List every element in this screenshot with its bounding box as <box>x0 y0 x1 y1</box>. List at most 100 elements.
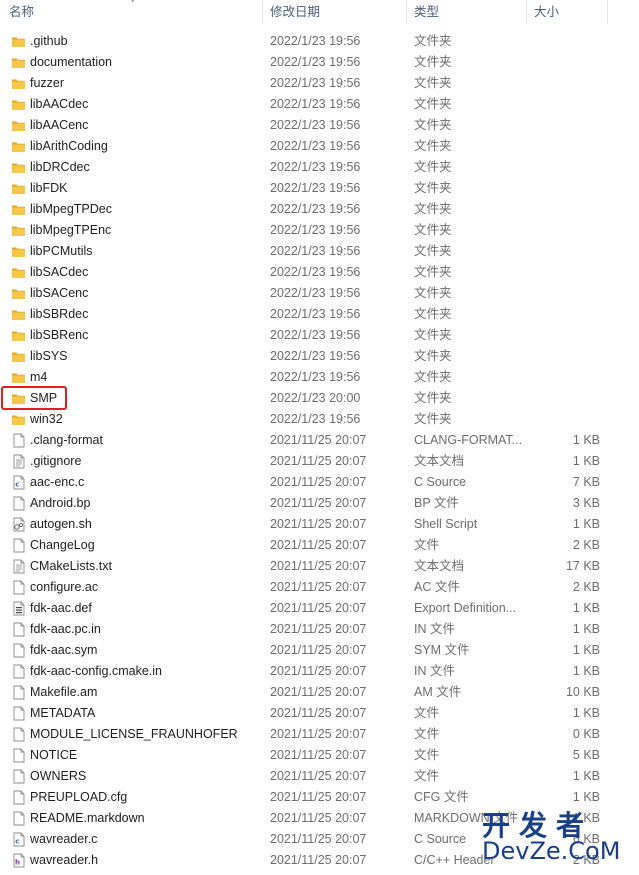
column-header-modified[interactable]: 修改日期 <box>270 4 320 22</box>
file-row[interactable]: fdk-aac.pc.in 2021/11/25 20:07 IN 文件 1 KB <box>0 619 639 640</box>
file-row[interactable]: Makefile.am 2021/11/25 20:07 AM 文件 10 KB <box>0 682 639 703</box>
file-modified-date: 2021/11/25 20:07 <box>270 748 367 762</box>
file-modified-date: 2022/1/23 19:56 <box>270 244 361 258</box>
file-row[interactable]: libSACdec 2022/1/23 19:56 文件夹 <box>0 262 639 283</box>
file-modified-date: 2022/1/23 19:56 <box>270 118 361 132</box>
file-row[interactable]: libMpegTPDec 2022/1/23 19:56 文件夹 <box>0 199 639 220</box>
file-name: .clang-format <box>30 433 103 447</box>
column-header-size[interactable]: 大小 <box>534 4 559 22</box>
file-type: 文件夹 <box>414 265 452 279</box>
file-icon <box>11 664 26 679</box>
file-row[interactable]: fuzzer 2022/1/23 19:56 文件夹 <box>0 73 639 94</box>
file-icon <box>11 769 26 784</box>
file-row[interactable]: SMP 2022/1/23 20:00 文件夹 <box>0 388 639 409</box>
file-list: .github 2022/1/23 19:56 文件夹 documentation 20… <box>0 31 639 871</box>
file-row[interactable]: fdk-aac.def 2021/11/25 20:07 Export Defini… <box>0 598 639 619</box>
file-name: Makefile.am <box>30 685 98 699</box>
file-name: libMpegTPDec <box>30 202 112 216</box>
folder-icon <box>11 307 26 322</box>
file-type: 文件夹 <box>414 370 452 384</box>
file-row[interactable]: libSYS 2022/1/23 19:56 文件夹 <box>0 346 639 367</box>
sort-caret-icon: ∨ <box>129 0 136 5</box>
file-type: 文件夹 <box>414 34 452 48</box>
column-divider[interactable] <box>406 0 407 24</box>
file-row[interactable]: configure.ac 2021/11/25 20:07 AC 文件 2 KB <box>0 577 639 598</box>
file-row[interactable]: libAACenc 2022/1/23 19:56 文件夹 <box>0 115 639 136</box>
file-row[interactable]: libDRCdec 2022/1/23 19:56 文件夹 <box>0 157 639 178</box>
file-name: aac-enc.c <box>30 475 85 489</box>
file-row[interactable]: README.markdown 2021/11/25 20:07 MARKDOWN … <box>0 808 639 829</box>
highlight-annotation-box <box>1 386 67 410</box>
file-size: 1 KB <box>572 643 600 657</box>
file-type: 文件夹 <box>414 286 452 300</box>
file-icon <box>11 748 26 763</box>
file-icon <box>11 685 26 700</box>
column-divider[interactable] <box>607 0 608 24</box>
file-row[interactable]: .github 2022/1/23 19:56 文件夹 <box>0 31 639 52</box>
file-size: 1 KB <box>572 769 600 783</box>
column-divider[interactable] <box>262 0 263 24</box>
file-row[interactable]: libFDK 2022/1/23 19:56 文件夹 <box>0 178 639 199</box>
folder-icon <box>11 349 26 364</box>
file-row[interactable]: documentation 2022/1/23 19:56 文件夹 <box>0 52 639 73</box>
file-row[interactable]: fdk-aac-config.cmake.in 2021/11/25 20:07 I… <box>0 661 639 682</box>
file-type: CLANG-FORMAT... <box>414 433 523 447</box>
file-modified-date: 2021/11/25 20:07 <box>270 580 367 594</box>
file-name: libAACdec <box>30 97 89 111</box>
file-icon <box>11 790 26 805</box>
file-name: libSYS <box>30 349 68 363</box>
file-modified-date: 2022/1/23 19:56 <box>270 97 361 111</box>
file-size: 1 KB <box>572 433 600 447</box>
file-row[interactable]: libMpegTPEnc 2022/1/23 19:56 文件夹 <box>0 220 639 241</box>
file-name: METADATA <box>30 706 96 720</box>
file-row[interactable]: METADATA 2021/11/25 20:07 文件 1 KB <box>0 703 639 724</box>
file-row[interactable]: c aac-enc.c 2021/11/25 20:07 C Source 7 KB <box>0 472 639 493</box>
file-modified-date: 2022/1/23 19:56 <box>270 202 361 216</box>
folder-icon <box>11 55 26 70</box>
file-size: 10 KB <box>565 685 600 699</box>
folder-icon <box>11 244 26 259</box>
column-header-type[interactable]: 类型 <box>414 4 439 22</box>
file-size: 1 KB <box>572 706 600 720</box>
file-row[interactable]: PREUPLOAD.cfg 2021/11/25 20:07 CFG 文件 1 KB <box>0 787 639 808</box>
file-icon <box>11 706 26 721</box>
file-row[interactable]: Android.bp 2021/11/25 20:07 BP 文件 3 KB <box>0 493 639 514</box>
folder-icon <box>11 139 26 154</box>
file-name: configure.ac <box>30 580 99 594</box>
file-row[interactable]: .clang-format 2021/11/25 20:07 CLANG-FORMA… <box>0 430 639 451</box>
folder-icon <box>11 118 26 133</box>
file-row[interactable]: m4 2022/1/23 19:56 文件夹 <box>0 367 639 388</box>
file-row[interactable]: CMakeLists.txt 2021/11/25 20:07 文本文档 17 KB <box>0 556 639 577</box>
c-source-icon: c <box>11 832 26 847</box>
file-row[interactable]: ChangeLog 2021/11/25 20:07 文件 2 KB <box>0 535 639 556</box>
file-type: 文件 <box>414 538 440 552</box>
file-type: 文件夹 <box>414 349 452 363</box>
file-name: libArithCoding <box>30 139 108 153</box>
file-row[interactable]: libSACenc 2022/1/23 19:56 文件夹 <box>0 283 639 304</box>
file-row[interactable]: libAACdec 2022/1/23 19:56 文件夹 <box>0 94 639 115</box>
file-row[interactable]: fdk-aac.sym 2021/11/25 20:07 SYM 文件 1 KB <box>0 640 639 661</box>
file-row[interactable]: .gitignore 2021/11/25 20:07 文本文档 1 KB <box>0 451 639 472</box>
file-modified-date: 2021/11/25 20:07 <box>270 643 367 657</box>
file-name: .github <box>30 34 68 48</box>
file-row[interactable]: libSBRdec 2022/1/23 19:56 文件夹 <box>0 304 639 325</box>
file-row[interactable]: NOTICE 2021/11/25 20:07 文件 5 KB <box>0 745 639 766</box>
file-modified-date: 2021/11/25 20:07 <box>270 559 367 573</box>
column-header-name[interactable]: 名称 <box>9 4 34 22</box>
file-row[interactable]: c wavreader.c 2021/11/25 20:07 C Source 6 KB <box>0 829 639 850</box>
file-row[interactable]: libPCMutils 2022/1/23 19:56 文件夹 <box>0 241 639 262</box>
column-divider[interactable] <box>526 0 527 24</box>
file-row[interactable]: libArithCoding 2022/1/23 19:56 文件夹 <box>0 136 639 157</box>
file-row[interactable]: h wavreader.h 2021/11/25 20:07 C/C++ Header… <box>0 850 639 871</box>
file-row[interactable]: OWNERS 2021/11/25 20:07 文件 1 KB <box>0 766 639 787</box>
file-row[interactable]: MODULE_LICENSE_FRAUNHOFER 2021/11/25 20:0… <box>0 724 639 745</box>
file-type: 文件夹 <box>414 412 452 426</box>
file-name: libMpegTPEnc <box>30 223 112 237</box>
folder-icon <box>11 265 26 280</box>
file-type: 文件夹 <box>414 118 452 132</box>
file-row[interactable]: win32 2022/1/23 19:56 文件夹 <box>0 409 639 430</box>
file-type: IN 文件 <box>414 622 455 636</box>
file-row[interactable]: autogen.sh 2021/11/25 20:07 Shell Script 1 … <box>0 514 639 535</box>
file-row[interactable]: libSBRenc 2022/1/23 19:56 文件夹 <box>0 325 639 346</box>
file-type: 文件夹 <box>414 223 452 237</box>
